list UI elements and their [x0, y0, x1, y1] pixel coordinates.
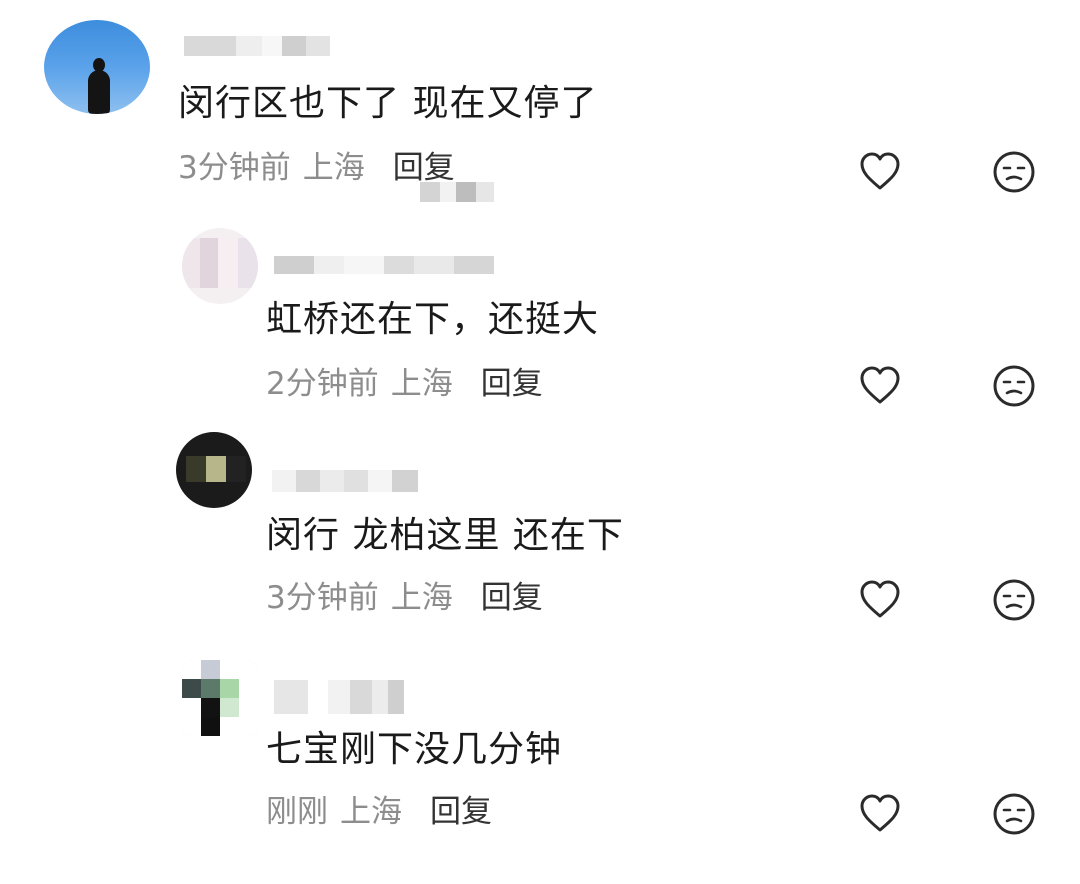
heart-outline-icon — [860, 366, 900, 404]
comment-meta: 3分钟前 上海 回复 — [178, 148, 455, 188]
comment-text: 闵行 龙柏这里 还在下 — [266, 515, 624, 556]
avatar[interactable] — [182, 660, 258, 736]
avatar[interactable] — [44, 20, 150, 114]
avatar[interactable] — [182, 228, 258, 304]
heart-outline-icon — [860, 580, 900, 618]
dislike-button[interactable] — [992, 150, 1036, 194]
heart-outline-icon — [860, 794, 900, 832]
like-button[interactable] — [858, 578, 902, 622]
neutral-face-icon — [993, 579, 1035, 621]
dislike-button[interactable] — [992, 792, 1036, 836]
comment-time: 2分钟前 — [266, 366, 379, 402]
comment-time: 3分钟前 — [266, 580, 379, 616]
username-redacted[interactable] — [272, 470, 418, 492]
comment-text: 闵行区也下了 现在又停了 — [178, 83, 598, 124]
avatar-pixelated — [182, 238, 258, 288]
reply-button[interactable]: 回复 — [393, 150, 455, 186]
like-button[interactable] — [858, 364, 902, 408]
like-button[interactable] — [858, 150, 902, 194]
neutral-face-icon — [993, 365, 1035, 407]
neutral-face-icon — [993, 793, 1035, 835]
dislike-button[interactable] — [992, 364, 1036, 408]
redaction-block — [420, 182, 494, 202]
avatar[interactable] — [176, 432, 252, 508]
comment-text: 七宝刚下没几分钟 — [266, 729, 563, 770]
reply-button[interactable]: 回复 — [481, 580, 543, 616]
comment-time: 刚刚 — [266, 794, 328, 830]
comment-time: 3分钟前 — [178, 150, 291, 186]
comment-location: 上海 — [340, 794, 402, 830]
username-redacted[interactable] — [184, 36, 330, 56]
heart-outline-icon — [860, 152, 900, 190]
neutral-face-icon — [993, 151, 1035, 193]
username-redacted[interactable] — [274, 680, 404, 714]
comment-location: 上海 — [302, 150, 365, 186]
reply-button[interactable]: 回复 — [430, 794, 492, 830]
comment-meta: 2分钟前 上海 回复 — [266, 364, 543, 404]
avatar-pixelated — [182, 660, 258, 736]
like-button[interactable] — [858, 792, 902, 836]
avatar-figure-body — [88, 70, 110, 114]
comment-meta: 3分钟前 上海 回复 — [266, 578, 543, 618]
comment-location: 上海 — [390, 580, 453, 616]
username-redacted[interactable] — [274, 256, 494, 274]
reply-button[interactable]: 回复 — [481, 366, 543, 402]
comment-location: 上海 — [390, 366, 453, 402]
avatar-pixelated — [186, 456, 246, 482]
comment-text: 虹桥还在下，还挺大 — [266, 299, 600, 340]
dislike-button[interactable] — [992, 578, 1036, 622]
comment-meta: 刚刚 上海 回复 — [266, 792, 492, 832]
